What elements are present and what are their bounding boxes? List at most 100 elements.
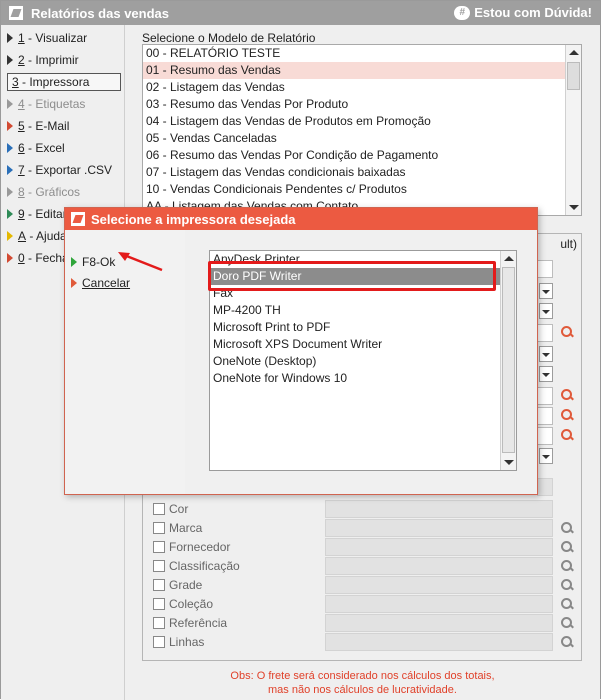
scroll-down-icon[interactable] [504,460,514,465]
search-icon[interactable] [561,617,573,629]
printer-item[interactable]: OneNote for Windows 10 [210,370,516,387]
menu-item[interactable]: 8 - Gráficos [7,183,121,201]
search-icon[interactable] [561,389,573,401]
scroll-up-icon[interactable] [569,50,579,55]
filter-field [325,500,553,518]
search-icon[interactable] [561,326,573,338]
filter-checkbox[interactable] [153,503,165,515]
filter-field [325,576,553,594]
help-label: Estou com Dúvida! [474,5,592,20]
option-field [537,478,553,496]
help-button[interactable]: # Estou com Dúvida! [454,5,592,20]
search-icon[interactable] [561,598,573,610]
list-item[interactable]: 04 - Listagem das Vendas de Produtos em … [143,113,581,130]
ok-label: F8-Ok [82,255,116,269]
play-icon [71,257,77,267]
printer-item[interactable]: Fax [210,285,516,302]
filter-field [325,519,553,537]
menu-item-key: A [18,229,27,243]
play-icon [7,55,13,65]
cancel-button[interactable]: Cancelar [71,274,130,292]
menu-item-label: - Excel [24,141,65,155]
filter-field [325,557,553,575]
filter-checkbox[interactable] [153,636,165,648]
menu-item-label: - Etiquetas [24,97,86,111]
menu-item[interactable]: 6 - Excel [7,139,121,157]
dropdown-icon[interactable] [539,448,553,464]
scroll-down-icon[interactable] [569,205,579,210]
filter-label: Cor [169,502,189,516]
filter-checkbox[interactable] [153,560,165,572]
filter-field [325,538,553,556]
menu-item-label: - Editar [24,207,67,221]
menu-item[interactable]: 5 - E-Mail [7,117,121,135]
dropdown-icon[interactable] [539,283,553,299]
menu-item[interactable]: 3 - Impressora [7,73,121,91]
ok-button[interactable]: F8-Ok [71,253,115,271]
menu-item-label: - Exportar .CSV [24,163,113,177]
list-item[interactable]: 07 - Listagem das Vendas condicionais ba… [143,164,581,181]
list-item[interactable]: 10 - Vendas Condicionais Pendentes c/ Pr… [143,181,581,198]
search-icon[interactable] [561,636,573,648]
filter-label: Referência [169,616,228,630]
dropdown-icon[interactable] [539,366,553,382]
play-icon [7,33,13,43]
printer-item[interactable]: AnyDesk Printer [210,251,516,268]
filter-field [325,595,553,613]
app-logo-icon [9,6,23,20]
search-icon[interactable] [561,579,573,591]
list-item[interactable]: 01 - Resumo das Vendas [143,62,581,79]
menu-item-key: 8 [18,185,25,199]
printer-dialog: Selecione a impressora desejada F8-Ok Ca… [64,207,538,495]
list-item[interactable]: 00 - RELATÓRIO TESTE [143,45,581,62]
scroll-thumb[interactable] [567,62,580,90]
menu-item-label: - Impressora [18,75,90,89]
search-icon[interactable] [561,541,573,553]
printer-item[interactable]: Doro PDF Writer [210,268,516,285]
scroll-thumb[interactable] [502,267,515,453]
printer-item[interactable]: Microsoft Print to PDF [210,319,516,336]
menu-item[interactable]: 1 - Visualizar [7,29,121,47]
report-model-list[interactable]: 00 - RELATÓRIO TESTE 01 - Resumo das Vend… [142,44,582,216]
search-icon[interactable] [561,409,573,421]
filter-label: Classificação [169,559,240,573]
menu-item-key: 7 [18,163,25,177]
dropdown-icon[interactable] [539,303,553,319]
filter-checkbox[interactable] [153,598,165,610]
menu-item-label: - Visualizar [24,31,88,45]
dropdown-icon[interactable] [539,346,553,362]
printer-dialog-title: Selecione a impressora desejada [91,212,296,227]
filter-checkbox[interactable] [153,541,165,553]
filter-checkbox[interactable] [153,579,165,591]
list-item[interactable]: 03 - Resumo das Vendas Por Produto [143,96,581,113]
menu-item-key: 9 [18,207,25,221]
printer-list-scrollbar[interactable] [500,251,516,470]
filter-checkbox[interactable] [153,617,165,629]
printer-dialog-title-bar: Selecione a impressora desejada [65,208,537,230]
report-list-scrollbar[interactable] [565,45,581,215]
play-icon [7,187,13,197]
obs-line-1: Obs: O frete será considerado nos cálcul… [230,670,495,682]
menu-item[interactable]: 7 - Exportar .CSV [7,161,121,179]
filter-label: Linhas [169,635,205,649]
filter-checkbox[interactable] [153,522,165,534]
printer-item[interactable]: Microsoft XPS Document Writer [210,336,516,353]
search-icon[interactable] [561,522,573,534]
menu-item-key: 2 [18,53,25,67]
search-icon[interactable] [561,429,573,441]
printer-item[interactable]: OneNote (Desktop) [210,353,516,370]
printer-item[interactable]: MP-4200 TH [210,302,516,319]
menu-item-label: - Imprimir [24,53,79,67]
menu-item-key: 3 [12,75,19,89]
list-item[interactable]: 06 - Resumo das Vendas Por Condição de P… [143,147,581,164]
menu-item[interactable]: 2 - Imprimir [7,51,121,69]
menu-item-key: 4 [18,97,25,111]
play-icon [7,209,13,219]
list-item[interactable]: 05 - Vendas Canceladas [143,130,581,147]
printer-list[interactable]: AnyDesk Printer Doro PDF Writer Fax MP-4200… [209,250,517,471]
list-item[interactable]: 02 - Listagem das Vendas [143,79,581,96]
title-bar: Relatórios das vendas # Estou com Dúvida… [1,1,600,25]
search-icon[interactable] [561,560,573,572]
scroll-up-icon[interactable] [504,256,514,261]
menu-item[interactable]: 4 - Etiquetas [7,95,121,113]
